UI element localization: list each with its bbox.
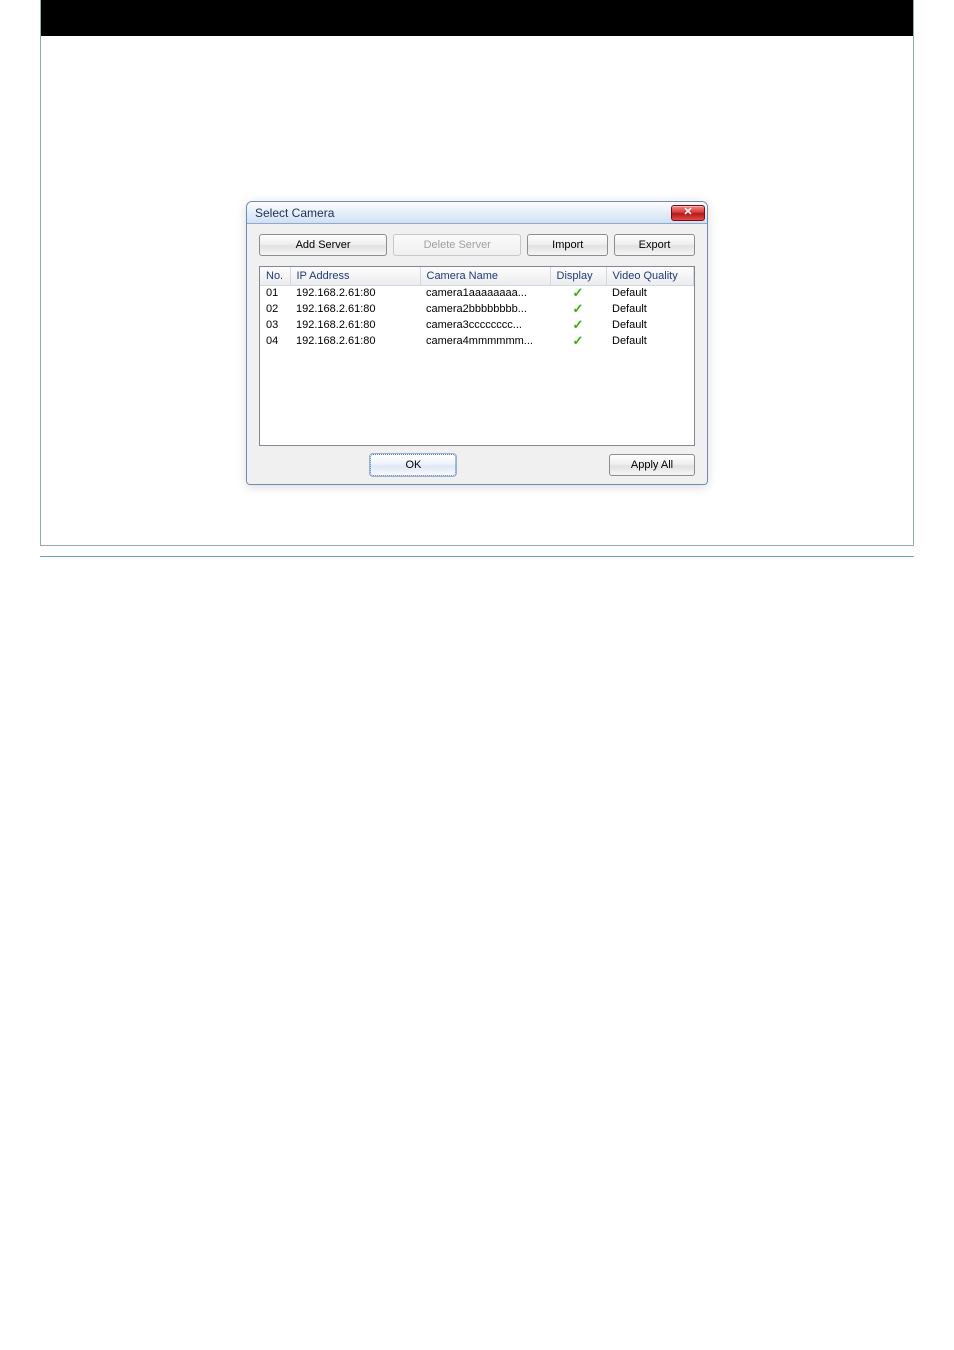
apply-all-button[interactable]: Apply All: [609, 454, 695, 476]
cell-display[interactable]: ✓: [550, 333, 606, 349]
delete-server-button[interactable]: Delete Server: [393, 234, 521, 256]
cell-no: 03: [260, 317, 290, 333]
cell-ip: 192.168.2.61:80: [290, 285, 420, 301]
cell-camera-name: camera2bbbbbbbb...: [420, 301, 550, 317]
check-icon: ✓: [573, 335, 584, 347]
cell-video-quality: Default: [606, 333, 694, 349]
cell-display[interactable]: ✓: [550, 285, 606, 301]
table-row[interactable]: 03192.168.2.61:80camera3cccccccc... ✓ Defa…: [260, 317, 694, 333]
cell-no: 04: [260, 333, 290, 349]
cell-display[interactable]: ✓: [550, 301, 606, 317]
import-button[interactable]: Import: [527, 234, 608, 256]
cell-ip: 192.168.2.61:80: [290, 301, 420, 317]
cell-display[interactable]: ✓: [550, 317, 606, 333]
col-header-camera-name[interactable]: Camera Name: [420, 267, 550, 285]
cell-camera-name: camera3cccccccc...: [420, 317, 550, 333]
col-header-display[interactable]: Display: [550, 267, 606, 285]
close-icon: ✕: [683, 207, 692, 218]
cell-no: 02: [260, 301, 290, 317]
cell-video-quality: Default: [606, 285, 694, 301]
dialog-title: Select Camera: [255, 206, 334, 220]
select-camera-dialog: Select Camera ✕ Add Server Delete Server…: [246, 201, 708, 485]
cell-video-quality: Default: [606, 301, 694, 317]
check-icon: ✓: [573, 319, 584, 331]
cell-camera-name: camera4mmmmmm...: [420, 333, 550, 349]
close-button[interactable]: ✕: [671, 205, 705, 221]
table-header-row[interactable]: No. IP Address Camera Name Display Video…: [260, 267, 694, 285]
add-server-button[interactable]: Add Server: [259, 234, 387, 256]
camera-listview[interactable]: No. IP Address Camera Name Display Video…: [259, 266, 695, 446]
export-button[interactable]: Export: [614, 234, 695, 256]
page-rule: [40, 556, 914, 557]
dialog-titlebar[interactable]: Select Camera ✕: [247, 202, 707, 224]
cell-ip: 192.168.2.61:80: [290, 317, 420, 333]
table-row[interactable]: 02192.168.2.61:80camera2bbbbbbbb... ✓ Defa…: [260, 301, 694, 317]
ok-button[interactable]: OK: [370, 454, 456, 476]
col-header-video-quality[interactable]: Video Quality: [606, 267, 694, 285]
cell-no: 01: [260, 285, 290, 301]
table-row[interactable]: 01192.168.2.61:80camera1aaaaaaaa... ✓ Defa…: [260, 285, 694, 301]
cell-video-quality: Default: [606, 317, 694, 333]
col-header-no[interactable]: No.: [260, 267, 290, 285]
page-header-bar: [41, 0, 913, 36]
col-header-ip[interactable]: IP Address: [290, 267, 420, 285]
cell-ip: 192.168.2.61:80: [290, 333, 420, 349]
cell-camera-name: camera1aaaaaaaa...: [420, 285, 550, 301]
table-row[interactable]: 04192.168.2.61:80camera4mmmmmm... ✓ Defaul…: [260, 333, 694, 349]
check-icon: ✓: [573, 287, 584, 299]
check-icon: ✓: [573, 303, 584, 315]
